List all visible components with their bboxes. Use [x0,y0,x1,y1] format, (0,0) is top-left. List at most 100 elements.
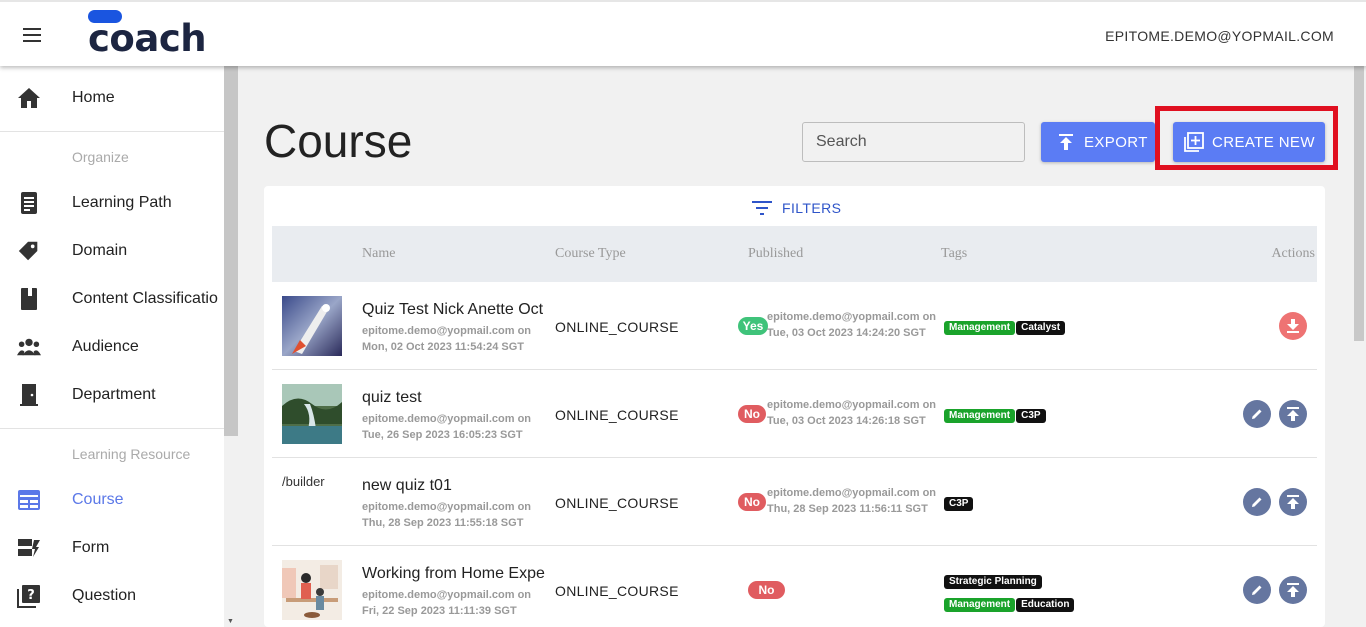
coach-logo[interactable]: coach [88,8,207,60]
tag-badge: C3P [1016,409,1046,423]
edit-button[interactable] [1243,400,1271,428]
filters-button[interactable]: FILTERS [752,200,841,216]
table-row[interactable]: Quiz Test Nick Anette Oct epitome.demo@y… [272,282,1317,370]
top-app-bar: coach EPITOME.DEMO@YOPMAIL.COM [0,0,1366,66]
tag-badge: Management [944,598,1016,612]
course-name[interactable]: quiz test [362,389,546,407]
created-at: Fri, 22 Sep 2023 11:11:39 SGT [362,605,517,617]
course-thumbnail[interactable] [282,560,342,620]
course-icon [17,488,41,512]
table-row[interactable]: Working from Home Expe epitome.demo@yopm… [272,546,1317,627]
course-name[interactable]: Working from Home Expe [362,565,546,583]
published-at: Thu, 28 Sep 2023 11:56:11 SGT [767,503,928,515]
created-info: epitome.demo@yopmail.com on Fri, 22 Sep … [362,587,531,619]
published-badge: No [738,493,766,511]
tag-list: Strategic Planning Management Education [944,571,1094,617]
logo-text: coach [88,17,207,60]
course-name[interactable]: new quiz t01 [362,477,546,495]
scrollbar-thumb[interactable] [1354,66,1364,341]
filter-icon [752,201,772,215]
home-icon [17,86,41,110]
course-thumbnail[interactable] [282,384,342,444]
created-at: Mon, 02 Oct 2023 11:54:24 SGT [362,341,525,353]
course-type: ONLINE_COURSE [555,319,679,335]
divider [0,131,224,132]
tag-badge: Education [1016,598,1075,612]
sidebar-item-domain[interactable]: Domain [0,227,224,275]
people-icon [17,335,41,359]
user-email[interactable]: EPITOME.DEMO@YOPMAIL.COM [1105,28,1334,44]
sidebar: Home Organize Learning Path Domain Conte… [0,66,224,627]
table-row[interactable]: quiz test epitome.demo@yopmail.com on Tu… [272,370,1317,458]
course-type: ONLINE_COURSE [555,495,679,511]
edit-button[interactable] [1243,488,1271,516]
sidebar-item-department[interactable]: Department [0,371,224,419]
column-header-course-type[interactable]: Course Type [555,246,626,262]
published-badge: No [738,405,766,423]
search-input[interactable] [802,122,1025,162]
table-header: Name Course Type Published Tags Actions [272,226,1317,282]
tag-icon [17,239,41,263]
publish-button[interactable] [1279,576,1307,604]
divider [0,428,224,429]
created-info: epitome.demo@yopmail.com on Tue, 26 Sep … [362,411,531,443]
menu-icon[interactable] [23,28,41,42]
page-title: Course [264,115,413,167]
sidebar-item-learning-path[interactable]: Learning Path [0,179,224,227]
form-icon [17,536,41,560]
download-button[interactable] [1279,312,1307,340]
table-row[interactable]: /builder new quiz t01 epitome.demo@yopma… [272,458,1317,546]
tag-list: Management C3P [944,405,1047,428]
tag-badge: C3P [944,497,974,511]
sidebar-item-content-classification[interactable]: Content Classificatio [0,275,224,323]
tag-badge: Management [944,321,1016,335]
course-name[interactable]: Quiz Test Nick Anette Oct [362,301,546,319]
publish-button[interactable] [1279,488,1307,516]
tag-badge: Management [944,409,1016,423]
published-at: Tue, 03 Oct 2023 14:26:18 SGT [767,415,926,427]
sidebar-item-question[interactable]: ? Question [0,572,224,620]
door-icon [17,383,41,407]
section-organize: Organize [72,149,129,165]
published-at: Tue, 03 Oct 2023 14:24:20 SGT [767,327,926,339]
scrollbar-thumb[interactable] [224,66,238,436]
broken-thumbnail-alt[interactable]: /builder [282,474,342,489]
sidebar-item-course[interactable]: Course [0,476,224,524]
course-type: ONLINE_COURSE [555,407,679,423]
column-header-published[interactable]: Published [748,246,803,262]
tag-badge: Catalyst [1016,321,1066,335]
column-header-name[interactable]: Name [362,246,395,262]
course-thumbnail[interactable] [282,296,342,356]
svg-text:?: ? [27,588,35,603]
published-info: epitome.demo@yopmail.com on Tue, 03 Oct … [767,309,936,341]
publish-icon [1287,407,1299,421]
publish-icon [1287,583,1299,597]
publish-icon [1287,495,1299,509]
page-scrollbar[interactable] [1352,66,1366,627]
export-button[interactable]: EXPORT [1041,122,1155,162]
created-info: epitome.demo@yopmail.com on Mon, 02 Oct … [362,323,531,355]
course-table-card: FILTERS Name Course Type Published Tags … [264,186,1325,627]
publish-button[interactable] [1279,400,1307,428]
sidebar-item-label: Content Classificatio [72,290,218,307]
created-by: epitome.demo@yopmail.com on [362,413,532,425]
sidebar-item-label: Course [72,491,124,508]
sidebar-item-label: Learning Path [72,194,172,211]
pencil-icon [1252,497,1262,507]
download-icon [1287,319,1299,333]
sidebar-item-audience[interactable]: Audience [0,323,224,371]
tag-list: C3P [944,493,974,516]
sidebar-item-form[interactable]: Form [0,524,224,572]
pencil-icon [1252,409,1262,419]
published-badge: Yes [738,317,768,335]
created-info: epitome.demo@yopmail.com on Thu, 28 Sep … [362,499,531,531]
edit-button[interactable] [1243,576,1271,604]
created-by: epitome.demo@yopmail.com on [362,325,532,337]
scroll-down-icon[interactable]: ▼ [227,618,234,625]
column-header-tags[interactable]: Tags [941,246,967,262]
pencil-icon [1252,585,1262,595]
sidebar-scrollbar[interactable]: ▼ [224,66,238,627]
create-new-button[interactable]: CREATE NEW [1173,122,1325,162]
published-info: epitome.demo@yopmail.com on Thu, 28 Sep … [767,485,936,517]
sidebar-item-home[interactable]: Home [0,74,224,122]
